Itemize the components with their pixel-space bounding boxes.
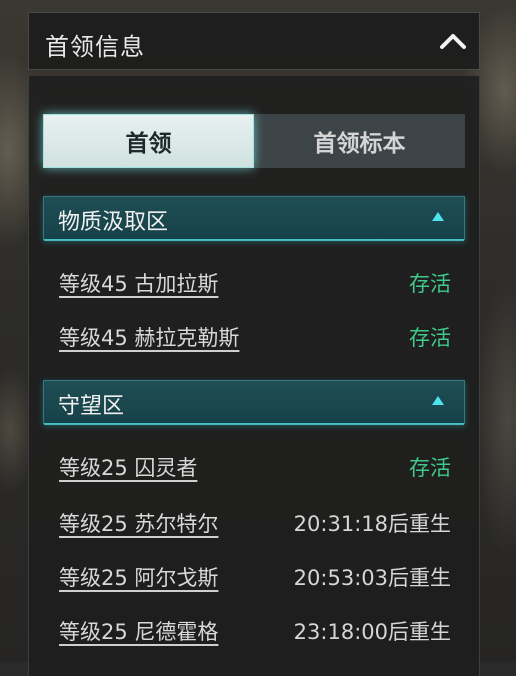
panel-title: 首领信息 [45,33,145,61]
boss-row: 等级25 囚灵者 存活 [59,450,451,484]
boss-row: 等级25 尼德霍格 23:18:00后重生 [59,614,451,648]
boss-row: 等级45 赫拉克勒斯 存活 [59,320,451,354]
boss-row: 等级45 古加拉斯 存活 [59,266,451,300]
section-title: 守望区 [58,394,125,419]
section-header-material-extraction[interactable]: 物质汲取区 [43,196,465,241]
boss-name-link[interactable]: 等级25 囚灵者 [59,452,197,482]
respawn-timer: 23:18:00后重生 [293,620,451,644]
boss-status: 存活 [409,456,451,480]
boss-name-link[interactable]: 等级25 阿尔戈斯 [59,562,218,592]
boss-name-link[interactable]: 等级45 古加拉斯 [59,268,218,298]
tab-boss[interactable]: 首领 [43,114,254,168]
section-header-watch-zone[interactable]: 守望区 [43,380,465,425]
boss-panel: 首领 首领标本 物质汲取区 等级45 古加拉斯 存活 等级45 赫拉克勒斯 存活… [28,76,480,676]
boss-status: 存活 [409,272,451,296]
collapse-triangle-icon [432,396,444,405]
boss-info-header[interactable]: 首领信息 [28,12,480,70]
collapse-triangle-icon [432,212,444,221]
tab-bar: 首领 首领标本 [43,114,465,168]
boss-name-link[interactable]: 等级25 尼德霍格 [59,616,218,646]
boss-row: 等级25 阿尔戈斯 20:53:03后重生 [59,560,451,594]
chevron-up-icon [440,34,466,49]
tab-boss-specimen[interactable]: 首领标本 [254,114,465,168]
section-title: 物质汲取区 [58,210,169,235]
respawn-timer: 20:53:03后重生 [293,566,451,590]
boss-name-link[interactable]: 等级25 苏尔特尔 [59,508,218,538]
respawn-timer: 20:31:18后重生 [293,512,451,536]
collapse-button[interactable] [427,13,479,69]
boss-row: 等级25 苏尔特尔 20:31:18后重生 [59,506,451,540]
boss-status: 存活 [409,326,451,350]
boss-name-link[interactable]: 等级45 赫拉克勒斯 [59,322,239,352]
